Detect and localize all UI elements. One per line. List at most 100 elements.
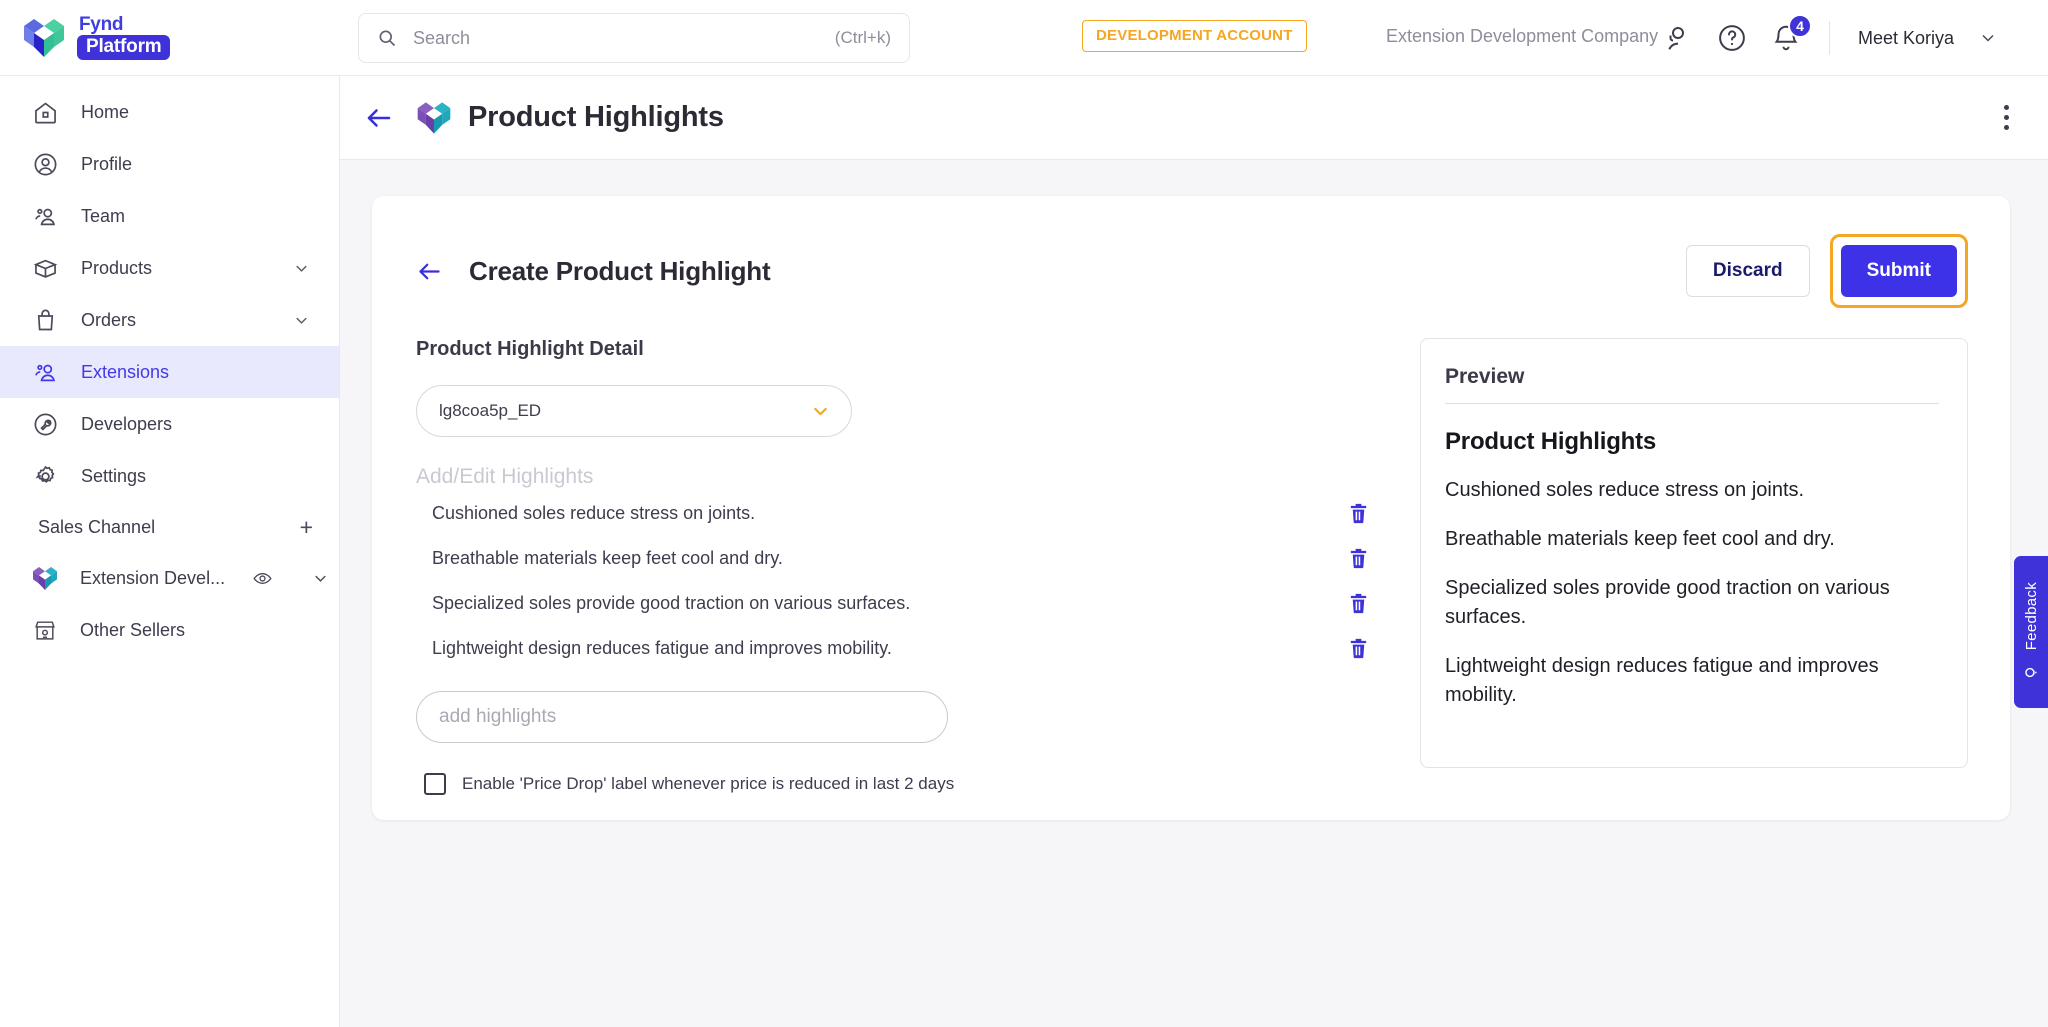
delete-highlight-icon[interactable]	[1347, 501, 1370, 526]
gear-icon	[35, 465, 55, 483]
megaphone-icon	[2024, 667, 2037, 677]
sidebar-item-label: Extensions	[81, 362, 170, 382]
storefront-icon	[35, 620, 55, 640]
highlight-row: Cushioned soles reduce stress on joints.	[416, 493, 1376, 534]
sidebar-item-label: Settings	[81, 466, 147, 486]
profile-icon	[34, 153, 57, 175]
sidebar-item-profile[interactable]: Profile	[0, 138, 339, 190]
page-title: Product Highlights	[468, 101, 724, 133]
sidebar-item-label: Home	[81, 102, 130, 122]
search-input[interactable]	[413, 27, 835, 49]
team-icon	[35, 208, 55, 225]
card-header: Create Product Highlight Discard Submit	[372, 196, 2010, 308]
sidebar-item-label: Team	[81, 206, 126, 226]
highlight-text: Breathable materials keep feet cool and …	[432, 548, 783, 568]
preview-line: Lightweight design reduces fatigue and i…	[1445, 655, 1879, 706]
search-shortcut-hint: (Ctrl+k)	[834, 28, 891, 47]
create-product-highlight-card: Create Product Highlight Discard Submit …	[372, 196, 2010, 820]
chevron-down-icon[interactable]	[810, 401, 831, 422]
preview-line: Specialized soles provide good traction …	[1445, 577, 1890, 628]
help-icon[interactable]	[1717, 23, 1747, 53]
card-title: Create Product Highlight	[469, 255, 771, 286]
sidebar-item-extension-development-company[interactable]: Extension Devel...	[0, 552, 339, 604]
search-icon	[379, 30, 396, 47]
sidebar: Home Profile Team Products Orders Extens…	[0, 76, 340, 1027]
user-menu-chevron-down-icon[interactable]	[1978, 28, 1998, 48]
brand-logo-area[interactable]: Fynd Platform	[0, 0, 340, 76]
chevron-down-icon[interactable]	[292, 259, 311, 278]
discard-button[interactable]: Discard	[1685, 245, 1810, 297]
add-highlight-input[interactable]	[416, 691, 948, 743]
sidebar-item-label: Orders	[81, 310, 137, 330]
delete-highlight-icon[interactable]	[1347, 591, 1370, 616]
card-body: Product Highlight Detail lg8coa5p_ED Add…	[372, 338, 2010, 795]
user-name: Meet Koriya	[1858, 27, 1955, 48]
form-section-title: Product Highlight Detail	[416, 338, 644, 360]
back-arrow-icon[interactable]	[364, 103, 394, 133]
support-headset-icon[interactable]	[1663, 23, 1693, 53]
extensions-icon	[35, 364, 55, 381]
chevron-down-icon[interactable]	[311, 569, 330, 588]
price-drop-checkbox-row[interactable]: Enable 'Price Drop' label whenever price…	[416, 773, 1376, 795]
header-divider	[1829, 21, 1830, 55]
sidebar-channel-label: Extension Devel...	[80, 568, 226, 588]
delete-highlight-icon[interactable]	[1347, 546, 1370, 571]
highlight-text: Lightweight design reduces fatigue and i…	[432, 638, 892, 658]
preview-panel: Preview Product Highlights Cushioned sol…	[1420, 338, 1968, 768]
sidebar-item-other-sellers[interactable]: Other Sellers	[0, 604, 339, 656]
sidebar-item-home[interactable]: Home	[0, 86, 339, 138]
highlight-row: Lightweight design reduces fatigue and i…	[416, 628, 1376, 669]
kebab-menu-icon[interactable]	[2002, 105, 2010, 130]
card-actions: Discard Submit	[1685, 234, 1968, 308]
sidebar-item-products[interactable]: Products	[0, 242, 339, 294]
bag-icon	[37, 309, 54, 330]
wrench-icon	[34, 413, 57, 435]
highlight-text: Cushioned soles reduce stress on joints.	[432, 503, 756, 523]
product-select-value: lg8coa5p_ED	[439, 401, 542, 420]
top-bar: Fynd Platform (Ctrl+k) DEVELOPMENT ACCOU…	[0, 0, 2048, 76]
delete-highlight-icon[interactable]	[1347, 636, 1370, 661]
notifications-bell-icon[interactable]: 4	[1771, 14, 1812, 53]
feedback-label: Feedback	[2022, 582, 2040, 651]
search-box[interactable]: (Ctrl+k)	[358, 13, 910, 63]
box-icon	[33, 259, 58, 278]
submit-button-focus-ring: Submit	[1829, 234, 1968, 308]
preview-title: Product Highlights	[1445, 428, 1657, 455]
product-select[interactable]: lg8coa5p_ED	[416, 385, 852, 437]
fynd-heart-icon	[24, 18, 64, 57]
main-content: Product Highlights Create Product Highli…	[340, 76, 2048, 1027]
submit-button[interactable]: Submit	[1840, 245, 1957, 297]
sidebar-item-label: Profile	[81, 154, 133, 174]
feedback-tab[interactable]: Feedback	[2014, 556, 2048, 708]
back-arrow-icon[interactable]	[416, 258, 443, 285]
fynd-heart-icon	[33, 566, 57, 590]
company-name: Extension Development Company	[1386, 26, 1659, 46]
preview-line: Breathable materials keep feet cool and …	[1445, 528, 1835, 550]
top-bar-icons: 4 Meet Koriya	[1663, 12, 1998, 64]
brand-name-line2: Platform	[77, 35, 171, 60]
sidebar-other-sellers-label: Other Sellers	[80, 620, 186, 640]
add-sales-channel-button[interactable]: +	[300, 515, 313, 539]
sidebar-item-extensions[interactable]: Extensions	[0, 346, 339, 398]
sidebar-item-developers[interactable]: Developers	[0, 398, 339, 450]
page-header: Product Highlights	[340, 76, 2048, 160]
form-column: Product Highlight Detail lg8coa5p_ED Add…	[416, 338, 1376, 795]
fynd-heart-icon	[417, 101, 451, 134]
sales-channel-label: Sales Channel	[38, 516, 156, 537]
brand-name-line1: Fynd	[79, 14, 124, 35]
price-drop-checkbox-label: Enable 'Price Drop' label whenever price…	[462, 774, 955, 793]
price-drop-checkbox[interactable]	[424, 773, 446, 795]
add-edit-highlights-label: Add/Edit Highlights	[416, 465, 594, 488]
development-account-badge: DEVELOPMENT ACCOUNT	[1082, 20, 1307, 52]
eye-icon[interactable]	[252, 568, 273, 589]
preview-line: Cushioned soles reduce stress on joints.	[1445, 479, 1805, 501]
sidebar-item-orders[interactable]: Orders	[0, 294, 339, 346]
sidebar-item-settings[interactable]: Settings	[0, 450, 339, 502]
sidebar-item-label: Developers	[81, 414, 173, 434]
sidebar-item-team[interactable]: Team	[0, 190, 339, 242]
chevron-down-icon[interactable]	[292, 311, 311, 330]
highlight-row: Specialized soles provide good traction …	[416, 583, 1376, 624]
preview-header: Preview	[1445, 365, 1939, 404]
highlight-text: Specialized soles provide good traction …	[432, 593, 911, 613]
notification-badge: 4	[1788, 14, 1812, 38]
